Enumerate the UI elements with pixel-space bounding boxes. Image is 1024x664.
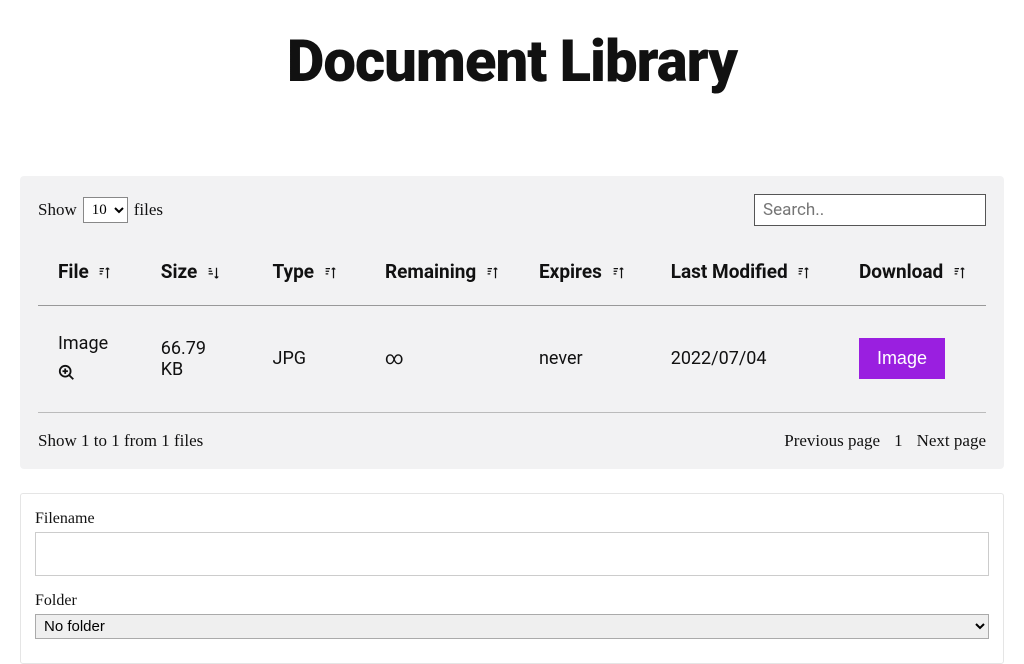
column-header-download[interactable]: Download [839,246,986,306]
table-row: Image 66.79 KB JPG ∞ never 2022/07/04 Im… [38,306,986,413]
filename-group: Filename [35,510,989,576]
column-label: Type [273,260,315,283]
folder-label: Folder [35,592,989,610]
column-header-last-modified[interactable]: Last Modified [651,246,839,306]
table-header-row: File Size Type [38,246,986,306]
sort-icon [97,266,111,280]
column-label: Remaining [385,260,476,283]
magnify-icon[interactable] [58,364,76,382]
column-header-remaining[interactable]: Remaining [365,246,519,306]
column-label: Last Modified [671,260,788,283]
sort-icon [206,266,220,280]
pagination: Previous page 1 Next page [784,431,986,451]
cell-remaining: ∞ [365,306,519,413]
filename-label: Filename [35,510,989,528]
upload-form: Filename Folder No folder [20,493,1004,664]
cell-last-modified: 2022/07/04 [651,306,839,413]
files-table: File Size Type [38,246,986,413]
sort-icon [952,266,966,280]
folder-group: Folder No folder [35,592,989,639]
download-button[interactable]: Image [859,338,945,379]
files-label: files [134,200,163,220]
page-title: Document Library [0,28,1024,96]
column-label: Size [161,260,198,283]
column-header-file[interactable]: File [38,246,141,306]
next-page-link[interactable]: Next page [917,431,986,451]
column-header-expires[interactable]: Expires [519,246,651,306]
previous-page-link[interactable]: Previous page [784,431,880,451]
column-header-size[interactable]: Size [141,246,253,306]
document-table-panel: Show 10 files File Size [20,176,1004,469]
sort-icon [323,266,337,280]
table-status: Show 1 to 1 from 1 files [38,431,203,451]
column-label: Download [859,260,943,283]
column-header-type[interactable]: Type [253,246,365,306]
search-input[interactable] [754,194,986,226]
show-files-control: Show 10 files [38,197,163,223]
cell-file: Image [38,306,141,413]
filename-field[interactable] [35,532,989,576]
cell-download: Image [839,306,986,413]
sort-icon [796,266,810,280]
current-page: 1 [894,431,903,451]
cell-size: 66.79 KB [141,306,253,413]
cell-expires: never [519,306,651,413]
table-footer: Show 1 to 1 from 1 files Previous page 1… [38,431,986,451]
column-label: File [58,260,89,283]
cell-type: JPG [253,306,365,413]
sort-icon [611,266,625,280]
table-controls: Show 10 files [38,194,986,226]
page-size-select[interactable]: 10 [83,197,128,223]
column-label: Expires [539,260,602,283]
sort-icon [485,266,499,280]
folder-select[interactable]: No folder [35,614,989,639]
file-name: Image [58,333,108,354]
show-label: Show [38,200,77,220]
